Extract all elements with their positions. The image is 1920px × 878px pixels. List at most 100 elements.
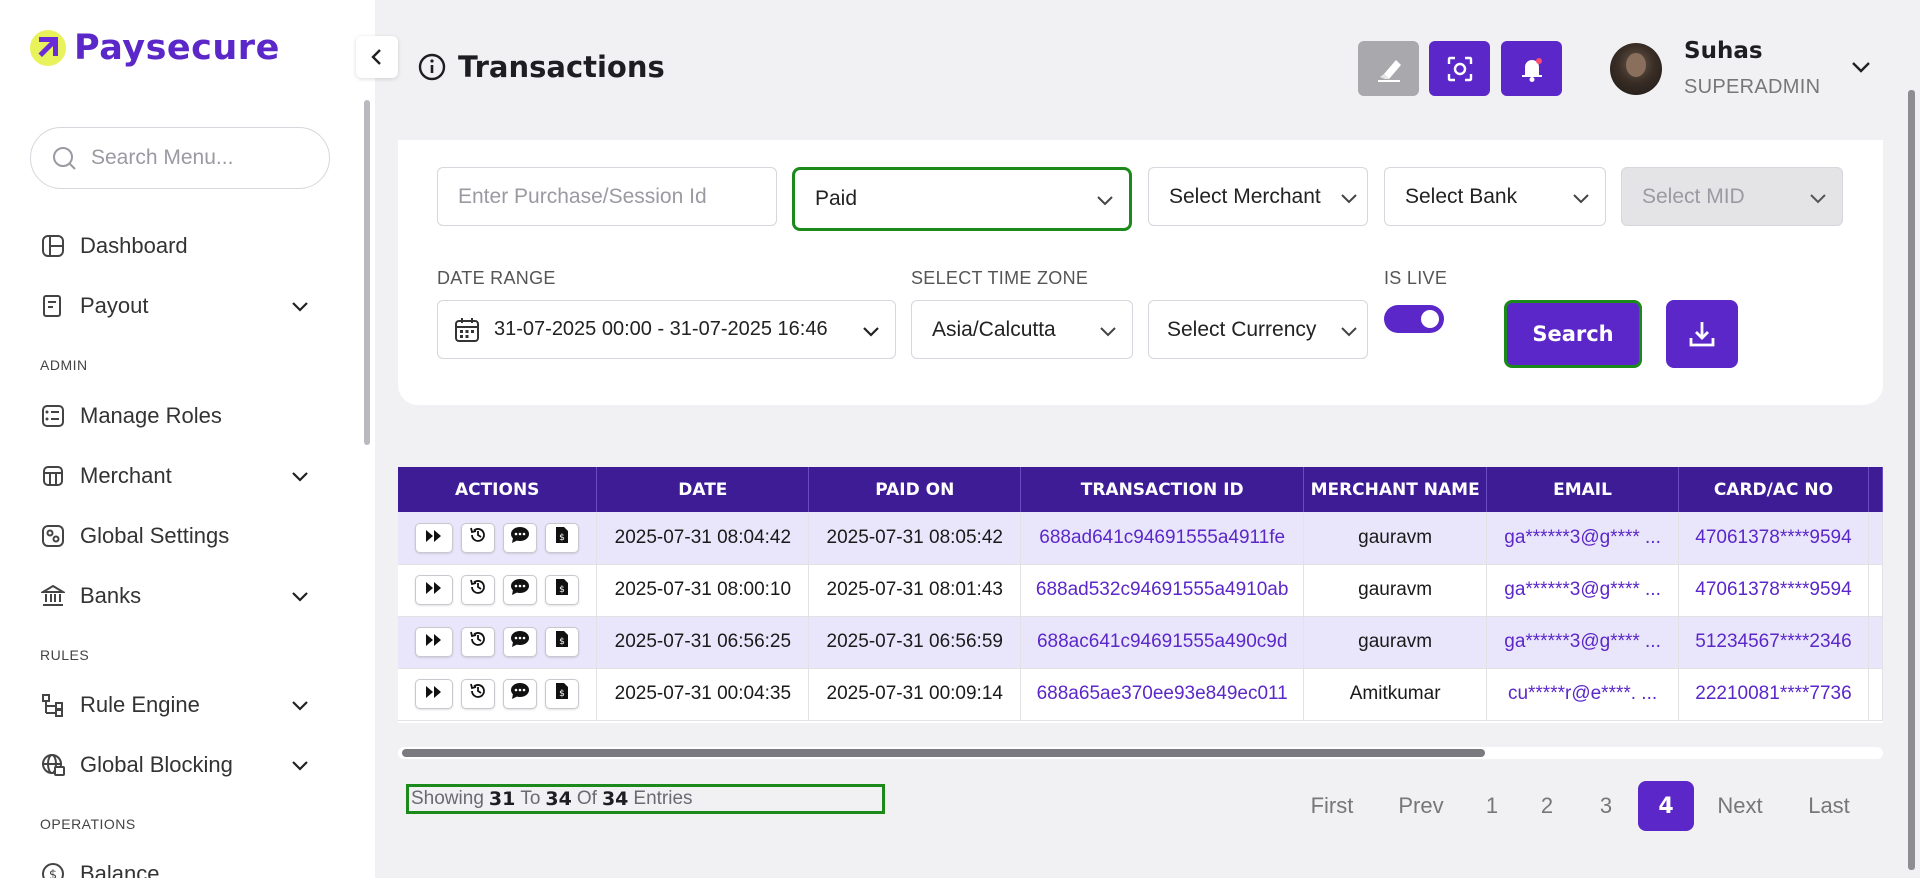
- email-link[interactable]: cu*****r@e****. ...: [1486, 668, 1680, 721]
- history-action-button[interactable]: [461, 679, 496, 709]
- sidebar-item-label: Manage Roles: [80, 403, 222, 428]
- email-link[interactable]: ga******3@g**** ...: [1486, 512, 1680, 565]
- merchant-select[interactable]: Select Merchant: [1148, 167, 1368, 226]
- search-menu-input[interactable]: [91, 146, 311, 170]
- table-row: $2025-07-31 08:00:10 2025-07-31 08:01:43 6…: [398, 564, 1883, 617]
- timezone-select[interactable]: Asia/Calcutta: [911, 300, 1133, 359]
- sidebar-scrollbar[interactable]: [364, 100, 370, 445]
- comment-action-button[interactable]: [503, 522, 538, 553]
- transaction-id-link[interactable]: 688ac641c94691555a490c9d: [1020, 616, 1305, 669]
- date-cell: 2025-07-31 06:56:25: [596, 616, 810, 669]
- search-button[interactable]: Search: [1504, 300, 1642, 368]
- page-scrollbar[interactable]: [1908, 90, 1915, 870]
- page-next-button[interactable]: Next: [1712, 781, 1768, 831]
- globe-block-icon: [40, 752, 66, 778]
- transaction-id-link[interactable]: 688a65ae370ee93e849ec011: [1020, 668, 1305, 721]
- page-2-button[interactable]: 2: [1533, 781, 1561, 831]
- download-button[interactable]: [1666, 300, 1738, 368]
- sidebar-item-global-blocking[interactable]: Global Blocking: [40, 745, 310, 785]
- date-range-picker[interactable]: 31-07-2025 00:00 - 31-07-2025 16:46: [437, 300, 896, 359]
- history-action-button[interactable]: [461, 575, 496, 605]
- chevron-down-icon: [1341, 194, 1357, 204]
- history-icon: [469, 578, 487, 602]
- page-title: Transactions: [458, 50, 665, 84]
- invoice-action-button[interactable]: $: [545, 575, 580, 605]
- sidebar-item-label: Balance: [80, 861, 160, 878]
- page-last-button[interactable]: Last: [1801, 781, 1857, 831]
- transaction-id-link[interactable]: 688ad641c94691555a4911fe: [1020, 512, 1305, 565]
- scan-icon: [1447, 56, 1472, 81]
- sidebar-item-rule-engine[interactable]: Rule Engine: [40, 685, 310, 725]
- entries-summary: Showing 31 To 34 Of 34 Entries: [406, 784, 885, 814]
- collapse-sidebar-button[interactable]: [356, 36, 398, 78]
- sidebar-item-merchant[interactable]: Merchant: [40, 456, 310, 496]
- showing-total: 34: [601, 788, 629, 810]
- column-header-paid-on[interactable]: PAID ON: [808, 467, 1022, 512]
- card-number-link[interactable]: 47061378****9594: [1678, 512, 1869, 565]
- sidebar-item-manage-roles[interactable]: Manage Roles: [40, 396, 310, 436]
- bank-select[interactable]: Select Bank: [1384, 167, 1606, 226]
- table-hscroll-thumb[interactable]: [402, 749, 1485, 757]
- page-1-button[interactable]: 1: [1478, 781, 1506, 831]
- date-range-value: 31-07-2025 00:00 - 31-07-2025 16:46: [494, 318, 828, 340]
- brand-logo[interactable]: Paysecure: [30, 28, 280, 68]
- sidebar-item-global-settings[interactable]: Global Settings: [40, 516, 310, 556]
- history-action-button[interactable]: [461, 522, 496, 553]
- comment-action-button[interactable]: [503, 627, 538, 657]
- invoice-action-button[interactable]: $: [545, 522, 580, 553]
- comment-action-button[interactable]: [503, 575, 538, 605]
- is-live-toggle[interactable]: [1384, 305, 1444, 333]
- page-prev-button[interactable]: Prev: [1393, 781, 1449, 831]
- comment-icon: [510, 682, 530, 706]
- forward-action-button[interactable]: [415, 575, 454, 605]
- is-live-label: IS LIVE: [1384, 268, 1448, 288]
- paid-on-cell: 2025-07-31 00:09:14: [808, 668, 1022, 721]
- forward-action-button[interactable]: [415, 522, 454, 553]
- screenshot-button[interactable]: [1429, 41, 1490, 96]
- merchant-name-cell: gauravm: [1303, 512, 1488, 565]
- email-link[interactable]: ga******3@g**** ...: [1486, 616, 1680, 669]
- column-header-email[interactable]: EMAIL: [1486, 467, 1680, 512]
- invoice-action-button[interactable]: $: [545, 679, 580, 709]
- section-rules: RULES: [40, 647, 90, 663]
- column-header-transaction-id[interactable]: TRANSACTION ID: [1020, 467, 1305, 512]
- chevron-down-icon[interactable]: [1850, 56, 1872, 78]
- sidebar-item-dashboard[interactable]: Dashboard: [40, 226, 310, 266]
- forward-action-button[interactable]: [415, 627, 454, 657]
- sidebar-search[interactable]: [30, 127, 330, 189]
- card-number-link[interactable]: 51234567****2346: [1678, 616, 1869, 669]
- sidebar-item-payout[interactable]: Payout: [40, 286, 310, 326]
- payout-icon: [40, 293, 66, 319]
- invoice-action-button[interactable]: $: [545, 627, 580, 657]
- card-number-link[interactable]: 22210081****7736: [1678, 668, 1869, 721]
- card-number-link[interactable]: 47061378****9594: [1678, 564, 1869, 617]
- invoice-icon: $: [555, 526, 569, 550]
- sidebar-item-label: Merchant: [80, 463, 172, 488]
- table-row: $2025-07-31 00:04:35 2025-07-31 00:09:14 6…: [398, 668, 1883, 721]
- sidebar-item-banks[interactable]: Banks: [40, 576, 310, 616]
- column-header-actions[interactable]: ACTIONS: [398, 467, 598, 512]
- history-action-button[interactable]: [461, 627, 496, 657]
- currency-select[interactable]: Select Currency: [1148, 300, 1368, 359]
- mid-select[interactable]: Select MID: [1621, 167, 1843, 226]
- clear-button[interactable]: [1358, 41, 1419, 96]
- forward-action-button[interactable]: [415, 679, 454, 709]
- column-header-card-ac-no[interactable]: CARD/AC NO: [1678, 467, 1869, 512]
- column-header-merchant-name[interactable]: MERCHANT NAME: [1303, 467, 1488, 512]
- transaction-id-link[interactable]: 688ad532c94691555a4910ab: [1020, 564, 1305, 617]
- status-select[interactable]: Paid: [792, 167, 1132, 231]
- comment-action-button[interactable]: [503, 679, 538, 709]
- page-3-button[interactable]: 3: [1592, 781, 1620, 831]
- avatar[interactable]: [1610, 43, 1662, 95]
- email-link[interactable]: ga******3@g**** ...: [1486, 564, 1680, 617]
- page-first-button[interactable]: First: [1302, 781, 1362, 831]
- overflow-cell: [1868, 512, 1883, 565]
- purchase-session-input[interactable]: Enter Purchase/Session Id: [437, 167, 777, 226]
- sidebar-item-balance[interactable]: $ Balance: [40, 854, 310, 878]
- overflow-cell: [1868, 564, 1883, 617]
- page-4-button[interactable]: 4: [1638, 781, 1694, 831]
- info-icon[interactable]: [418, 53, 446, 81]
- dashboard-icon: [40, 233, 66, 259]
- column-header-date[interactable]: DATE: [596, 467, 810, 512]
- notifications-button[interactable]: [1501, 41, 1562, 96]
